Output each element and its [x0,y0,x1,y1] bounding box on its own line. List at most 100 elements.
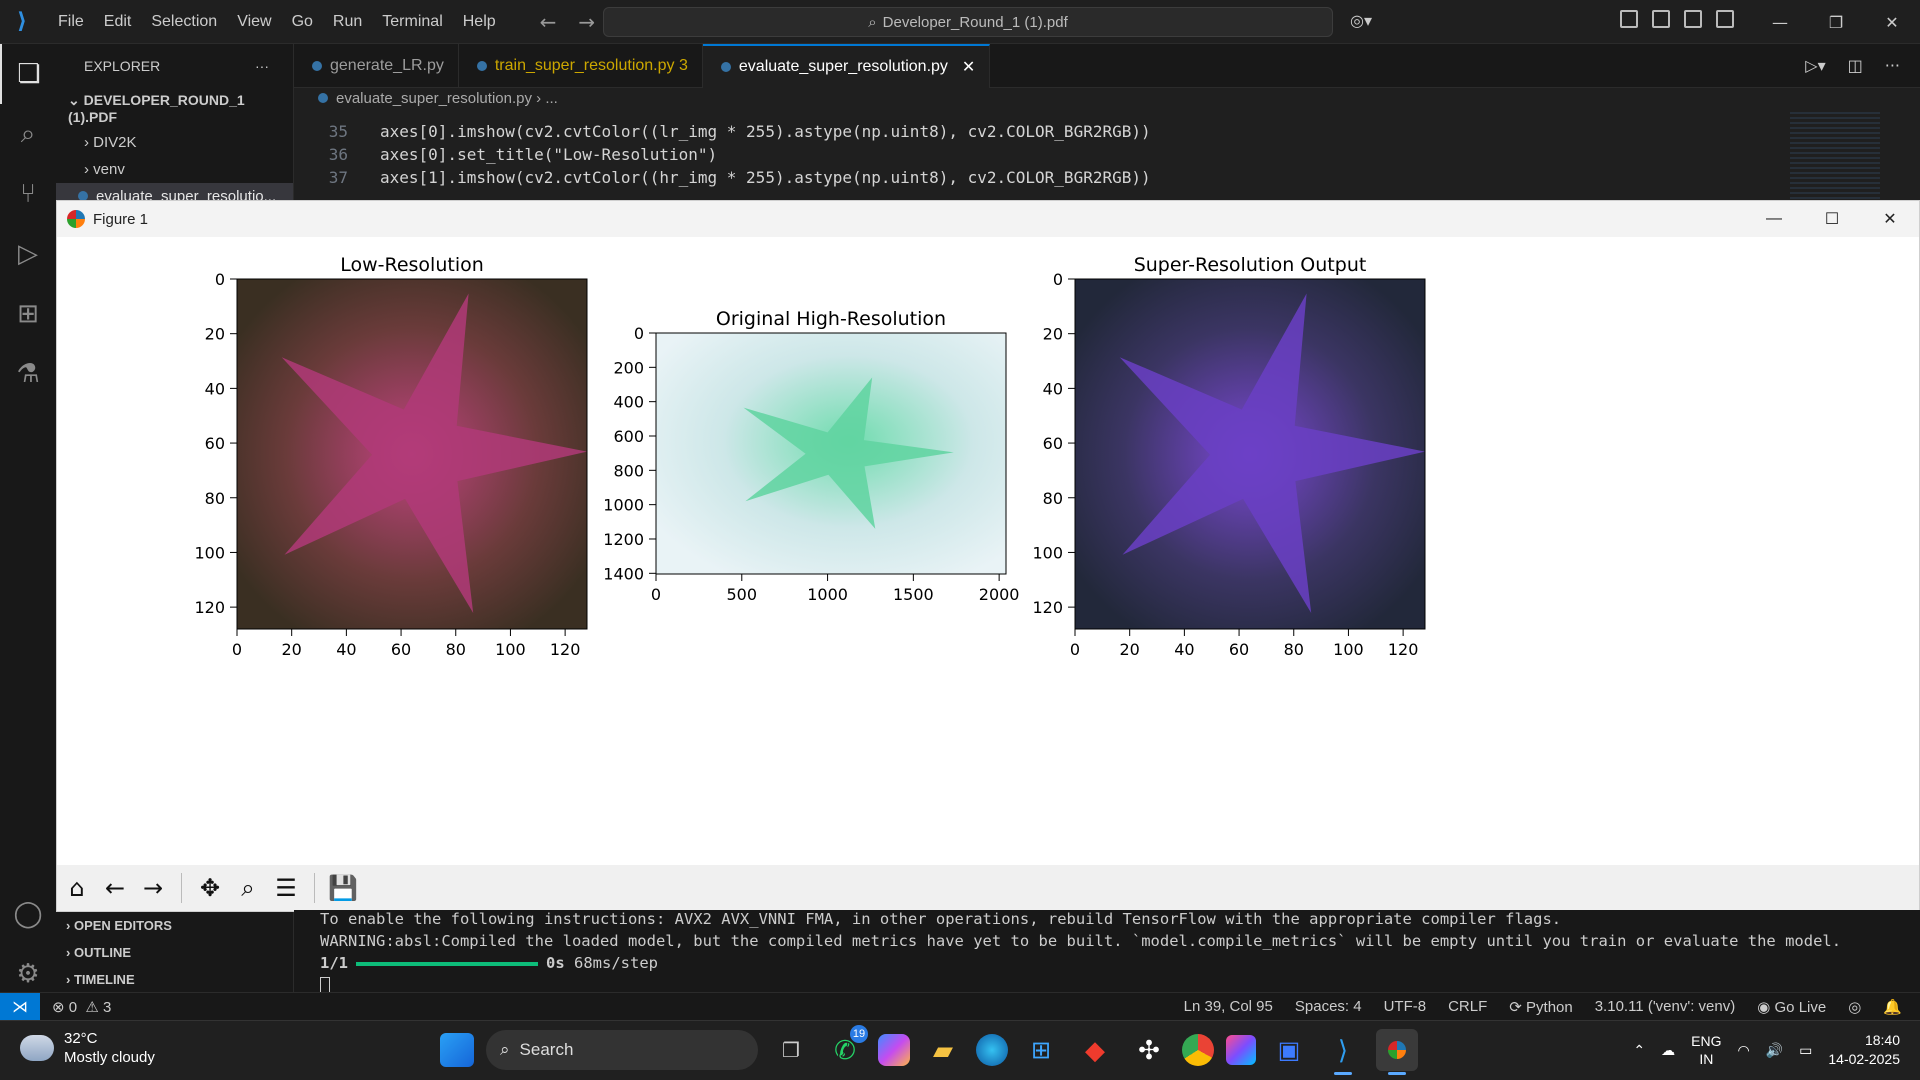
chrome-icon[interactable] [1182,1034,1214,1066]
figma-style-icon[interactable] [1226,1035,1256,1065]
window-controls: — ❐ ✕ [1752,0,1920,44]
minimize-icon[interactable]: — [1752,0,1808,44]
menu-help[interactable]: Help [453,13,506,31]
edge-icon[interactable] [976,1034,1008,1066]
notifications-icon[interactable]: 🔔 [1883,998,1902,1016]
menu-file[interactable]: File [48,13,94,31]
chevron-up-icon[interactable]: ⌃ [1633,1042,1645,1059]
section-timeline[interactable]: › TIMELINE [56,966,294,993]
code-text: axes[0].set_title("Low-Resolution") [380,145,718,164]
back-arrow-icon[interactable]: ← [540,10,557,34]
onedrive-icon[interactable]: ☁ [1661,1042,1675,1059]
figure-canvas[interactable]: Low-Resolution0 20 40 60 80 100 12002040608010… [57,237,1919,865]
x-tick-label: 80 [446,640,466,659]
toggle-secondary-sidebar-icon[interactable] [1716,10,1734,28]
windows-start-icon[interactable] [440,1033,474,1067]
customize-layout-icon[interactable] [1620,10,1638,28]
menu-go[interactable]: Go [282,13,323,31]
tab-problem-count: 3 [678,57,688,74]
terminal-panel[interactable]: To enable the following instructions: AV… [294,910,1920,1004]
go-live-button[interactable]: ◉ Go Live [1757,998,1826,1016]
copilot-status-icon[interactable]: ◎ [1848,998,1861,1016]
warning-count: 3 [103,998,112,1016]
search-icon[interactable]: ⌕ [0,104,56,164]
y-tick-label: 40 [1043,379,1063,398]
task-view-icon[interactable]: ❐ [770,1029,812,1071]
command-center[interactable]: ⌕ Developer_Round_1 (1).pdf [603,7,1333,37]
minimap[interactable] [1790,112,1880,200]
menu-run[interactable]: Run [323,13,372,31]
language-indicator[interactable]: ENG IN [1691,1032,1721,1068]
language-mode[interactable]: ⟳ Python [1509,998,1572,1016]
source-control-icon[interactable]: ⑂ [0,164,56,224]
testing-icon[interactable]: ⚗ [0,344,56,404]
python-figure-taskbar-icon[interactable] [1376,1029,1418,1075]
run-icon[interactable]: ▷▾ [1805,56,1825,75]
toggle-panel-icon[interactable] [1684,10,1702,28]
toggle-sidebar-icon[interactable] [1652,10,1670,28]
problems-indicator[interactable]: ⊗ 0 ⚠ 3 [52,998,111,1016]
section-open-editors[interactable]: › OPEN EDITORS [56,912,294,939]
menu-terminal[interactable]: Terminal [372,13,452,31]
file-explorer-icon[interactable]: ▰ [922,1029,964,1071]
tree-item-div2k[interactable]: › DIV2K [56,129,293,156]
copilot-icon[interactable]: ◎▾ [1350,11,1372,30]
weather-widget[interactable]: 32°C Mostly cloudy [20,1029,155,1067]
anydesk-icon[interactable]: ◆ [1074,1029,1116,1071]
whatsapp-icon[interactable]: ✆ 19 [824,1025,868,1071]
python-interpreter[interactable]: 3.10.11 ('venv': venv) [1595,998,1736,1016]
tab-evaluate-super-resolution[interactable]: evaluate_super_resolution.py ✕ [702,44,991,88]
remote-icon[interactable]: ⋊ [0,992,40,1021]
close-tab-icon[interactable]: ✕ [962,57,975,77]
volume-icon[interactable]: 🔊 [1766,1042,1783,1059]
close-icon[interactable]: ✕ [1861,201,1919,237]
x-tick-label: 80 [1284,640,1304,659]
editor-actions: ▷▾ ◫ ··· [1805,56,1900,75]
menu-edit[interactable]: Edit [94,13,142,31]
copilot-app-icon[interactable] [878,1034,910,1066]
more-actions-icon[interactable]: ··· [1885,56,1900,75]
taskbar-search[interactable]: ⌕ Search [486,1030,758,1070]
forward-icon[interactable]: → [139,873,167,903]
tree-item-venv[interactable]: › venv [56,156,293,183]
restore-icon[interactable]: ❐ [1808,0,1864,44]
code-editor[interactable]: 35 axes[0].imshow(cv2.cvtColor((lr_img * … [294,112,1920,200]
clock[interactable]: 18:40 14-02-2025 [1828,1031,1900,1069]
home-icon[interactable]: ⌂ [63,873,91,903]
more-actions-icon[interactable]: ··· [255,58,269,74]
workspace-folder[interactable]: ⌄ DEVELOPER_ROUND_1 (1).PDF [56,88,293,129]
back-icon[interactable]: ← [101,873,129,903]
chatgpt-icon[interactable]: ✣ [1128,1029,1170,1071]
code-line: 36 axes[0].set_title("Low-Resolution") [294,143,1920,166]
tab-generate-lr[interactable]: generate_LR.py [294,44,459,88]
breadcrumb[interactable]: evaluate_super_resolution.py › ... [318,90,558,107]
split-editor-icon[interactable]: ◫ [1848,56,1863,75]
configure-icon[interactable]: ☰ [272,873,300,903]
extensions-icon[interactable]: ⊞ [0,284,56,344]
remote-desktop-icon[interactable]: ▣ [1268,1029,1310,1071]
line-ending[interactable]: CRLF [1448,998,1487,1016]
store-icon[interactable]: ⊞ [1020,1029,1062,1071]
minimize-icon[interactable]: — [1745,201,1803,237]
close-icon[interactable]: ✕ [1864,0,1920,44]
zoom-icon[interactable]: ⌕ [234,873,262,903]
explorer-icon[interactable]: ❏ [0,44,56,104]
menu-bar: File Edit Selection View Go Run Terminal… [48,13,506,31]
pan-icon[interactable]: ✥ [196,873,224,903]
indentation[interactable]: Spaces: 4 [1295,998,1362,1016]
cursor-position[interactable]: Ln 39, Col 95 [1184,998,1273,1016]
account-icon[interactable]: ◯ [0,884,56,944]
tab-train-super-resolution[interactable]: train_super_resolution.py 3 [459,44,703,88]
maximize-icon[interactable]: ☐ [1803,201,1861,237]
activity-bar: ❏ ⌕ ⑂ ▷ ⊞ ⚗ ◯ ⚙ [0,44,56,1004]
vscode-taskbar-icon[interactable]: ⟩ [1322,1029,1364,1075]
section-outline[interactable]: › OUTLINE [56,939,294,966]
save-icon[interactable]: 💾 [328,873,358,903]
menu-view[interactable]: View [227,13,281,31]
run-debug-icon[interactable]: ▷ [0,224,56,284]
encoding[interactable]: UTF-8 [1384,998,1427,1016]
wifi-icon[interactable]: ◠ [1737,1042,1749,1059]
battery-icon[interactable]: ▭ [1799,1042,1812,1059]
forward-arrow-icon[interactable]: → [578,10,595,34]
menu-selection[interactable]: Selection [141,13,227,31]
